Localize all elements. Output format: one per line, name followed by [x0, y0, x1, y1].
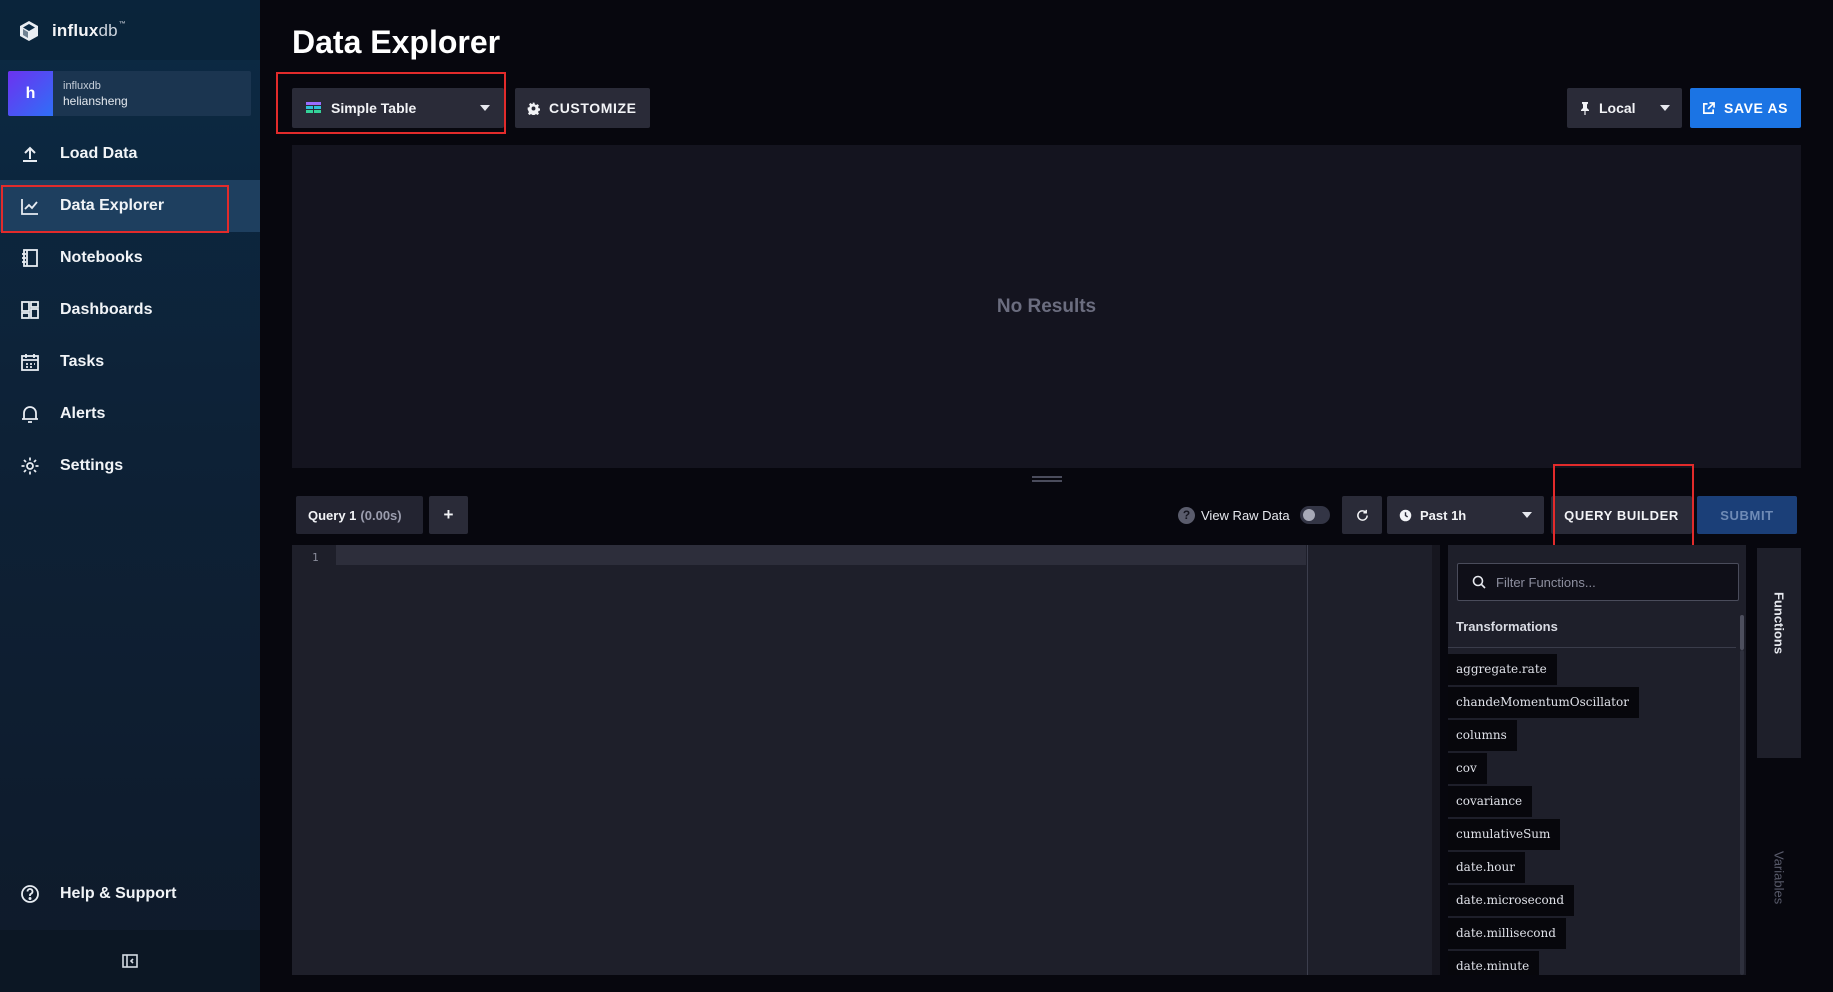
no-results-text: No Results [996, 295, 1097, 317]
customize-label: CUSTOMIZE [549, 100, 637, 116]
add-query-button[interactable]: + [429, 496, 468, 534]
clock-icon [1399, 509, 1412, 522]
sidebar-item-label: Tasks [60, 353, 105, 370]
caret-down-icon [1522, 512, 1532, 518]
query-tab-time: (0.00s) [360, 507, 402, 523]
customize-button[interactable]: CUSTOMIZE [515, 88, 650, 128]
refresh-button[interactable] [1342, 496, 1382, 534]
tab-variables[interactable]: Variables [1757, 770, 1801, 975]
sidebar-item-label: Dashboards [60, 301, 153, 318]
tab-query-1[interactable]: Query 1 (0.00s) [296, 496, 423, 534]
filter-functions-input[interactable] [1496, 574, 1716, 590]
save-as-button[interactable]: SAVE AS [1690, 88, 1801, 128]
page-title: Data Explorer [292, 24, 501, 60]
pin-icon [1579, 101, 1591, 115]
view-raw-data-label: View Raw Data [1201, 507, 1290, 523]
collapse-sidebar-icon [122, 953, 138, 969]
search-icon [1472, 575, 1486, 589]
plus-icon: + [443, 505, 454, 524]
tab-functions[interactable]: Functions [1757, 548, 1801, 758]
highlight-box-visualization [276, 72, 506, 134]
editor-line-number: 1 [312, 551, 319, 564]
list-item[interactable]: date.millisecond [1448, 917, 1639, 950]
bell-icon [20, 404, 40, 424]
sidebar-item-alerts[interactable]: Alerts [0, 388, 260, 440]
sidebar-item-tasks[interactable]: Tasks [0, 336, 260, 388]
chart-line-icon [20, 196, 40, 216]
panel-resize-handle[interactable] [1032, 476, 1062, 482]
scrollbar-track[interactable] [1740, 650, 1744, 975]
influxdb-logo-icon [18, 20, 40, 42]
user-org: influxdb [63, 79, 101, 92]
list-item[interactable]: date.minute [1448, 950, 1639, 975]
sidebar: influxdb™ h influxdb heliansheng Load Da… [0, 0, 260, 992]
sidebar-item-settings[interactable]: Settings [0, 440, 260, 492]
user-account-card[interactable]: h influxdb heliansheng [8, 71, 251, 116]
sidebar-item-label: Alerts [60, 405, 106, 422]
list-item[interactable]: aggregate.rate [1448, 653, 1639, 686]
question-mark-icon[interactable]: ? [1178, 506, 1195, 524]
highlight-box-query-builder [1553, 464, 1694, 554]
sidebar-item-label: Load Data [60, 145, 138, 162]
sidebar-item-label: Data Explorer [60, 197, 165, 214]
function-list: aggregate.rate chandeMomentumOscillator … [1448, 653, 1639, 975]
flux-script-editor[interactable]: 1 [292, 545, 1440, 975]
export-icon [1702, 101, 1715, 115]
list-item[interactable]: date.hour [1448, 851, 1639, 884]
list-item[interactable]: chandeMomentumOscillator [1448, 686, 1639, 719]
brand-name: influxdb™ [52, 21, 127, 40]
user-name: heliansheng [63, 93, 128, 108]
filter-functions-search[interactable] [1457, 563, 1739, 601]
sidebar-item-label: Settings [60, 457, 124, 474]
timezone-dropdown[interactable]: Local [1567, 88, 1682, 128]
editor-ruler [1307, 545, 1308, 975]
help-support-label: Help & Support [60, 885, 177, 902]
list-item[interactable]: date.microsecond [1448, 884, 1639, 917]
save-as-label: SAVE AS [1724, 100, 1789, 116]
timezone-label: Local [1599, 100, 1636, 116]
refresh-icon [1356, 509, 1369, 522]
list-item[interactable]: covariance [1448, 785, 1639, 818]
sidebar-item-label: Notebooks [60, 249, 143, 266]
list-item[interactable]: columns [1448, 719, 1639, 752]
dashboard-grid-icon [20, 300, 40, 320]
query-tab-label: Query 1 [308, 507, 357, 523]
caret-down-icon [1660, 105, 1670, 111]
functions-panel: Transformations aggregate.rate chandeMom… [1448, 545, 1746, 975]
submit-label: SUBMIT [1720, 507, 1774, 523]
tab-functions-label: Functions [1771, 591, 1787, 655]
sidebar-item-dashboards[interactable]: Dashboards [0, 284, 260, 336]
function-group-heading: Transformations [1456, 619, 1558, 634]
time-range-label: Past 1h [1420, 507, 1467, 523]
help-circle-icon [20, 884, 40, 904]
upload-icon [20, 144, 40, 164]
sidebar-collapse-button[interactable] [0, 930, 260, 992]
tab-variables-label: Variables [1771, 850, 1787, 905]
submit-button[interactable]: SUBMIT [1697, 496, 1797, 534]
notebook-icon [20, 248, 40, 268]
sidebar-item-data-explorer[interactable]: Data Explorer [0, 180, 260, 233]
view-raw-data-toggle[interactable] [1299, 506, 1330, 524]
brand-logo[interactable]: influxdb™ [18, 16, 126, 46]
sidebar-item-notebooks[interactable]: Notebooks [0, 232, 260, 284]
sidebar-item-load-data[interactable]: Load Data [0, 128, 260, 180]
sidebar-nav: Load Data Data Explorer Notebooks Dashbo… [0, 128, 260, 492]
editor-gutter-right [1432, 545, 1440, 975]
list-item[interactable]: cov [1448, 752, 1639, 785]
view-raw-data-control: ? View Raw Data [1178, 504, 1330, 526]
calendar-icon [20, 352, 40, 372]
avatar: h [8, 71, 53, 116]
gear-icon [527, 102, 540, 115]
results-panel: No Results [292, 145, 1801, 468]
time-range-dropdown[interactable]: Past 1h [1387, 496, 1544, 534]
divider [1448, 647, 1736, 648]
editor-current-line[interactable] [336, 545, 1306, 565]
list-item[interactable]: cumulativeSum [1448, 818, 1639, 851]
gear-icon [20, 456, 40, 476]
sidebar-item-help-support[interactable]: Help & Support [0, 868, 260, 920]
scrollbar-thumb[interactable] [1740, 615, 1744, 650]
